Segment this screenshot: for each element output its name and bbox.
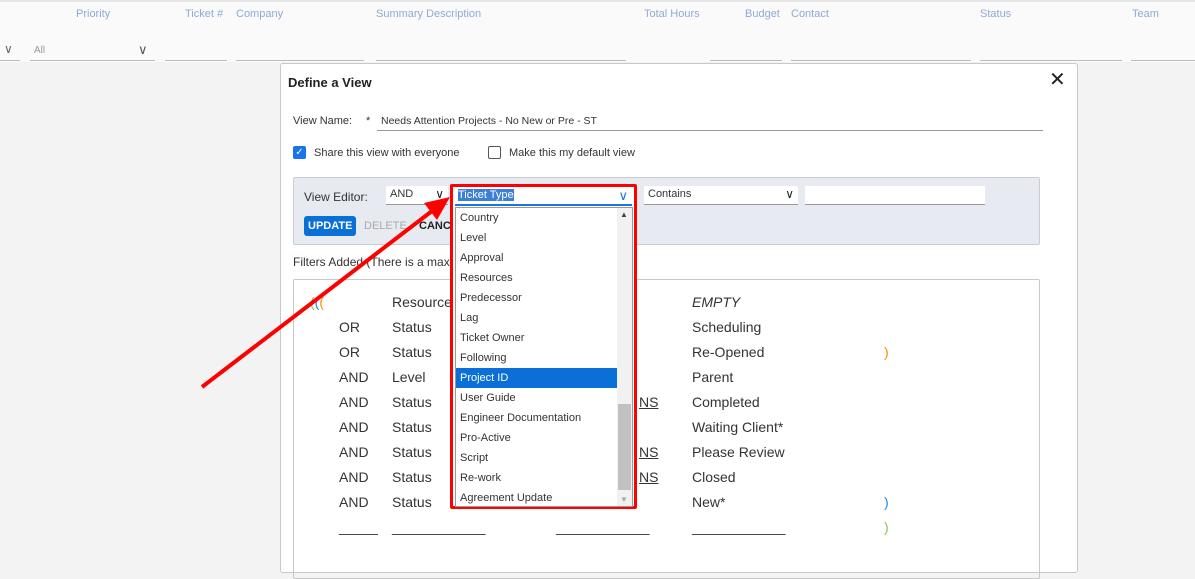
chevron-down-icon: ∨ bbox=[618, 188, 628, 203]
field-dropdown[interactable]: Ticket Type ∨ Country Level Approval Resourc… bbox=[450, 184, 637, 509]
scroll-down-icon[interactable]: ▼ bbox=[620, 495, 628, 504]
option-item[interactable]: Engineer Documentation bbox=[456, 408, 632, 428]
option-item[interactable]: Ticket Owner bbox=[456, 328, 632, 348]
option-item[interactable]: Agreement Update bbox=[456, 488, 632, 506]
scrollbar[interactable]: ▲ ▼ bbox=[617, 208, 632, 506]
option-item[interactable]: Level bbox=[456, 228, 632, 248]
option-item[interactable]: Project ID bbox=[456, 368, 632, 388]
field-select[interactable]: Ticket Type ∨ bbox=[455, 187, 632, 206]
option-item[interactable]: Following bbox=[456, 348, 632, 368]
scroll-up-icon[interactable]: ▲ bbox=[620, 210, 628, 219]
option-item[interactable]: Resources bbox=[456, 268, 632, 288]
option-item[interactable]: Re-work bbox=[456, 468, 632, 488]
option-item[interactable]: Country bbox=[456, 208, 632, 228]
field-options-list[interactable]: Country Level Approval Resources Predecessor… bbox=[455, 207, 633, 507]
option-item[interactable]: Predecessor bbox=[456, 288, 632, 308]
option-item[interactable]: User Guide bbox=[456, 388, 632, 408]
option-item[interactable]: Approval bbox=[456, 248, 632, 268]
option-item[interactable]: Lag bbox=[456, 308, 632, 328]
option-item[interactable]: Script bbox=[456, 448, 632, 468]
option-item[interactable]: Pro-Active bbox=[456, 428, 632, 448]
scrollbar-thumb[interactable] bbox=[618, 404, 631, 490]
